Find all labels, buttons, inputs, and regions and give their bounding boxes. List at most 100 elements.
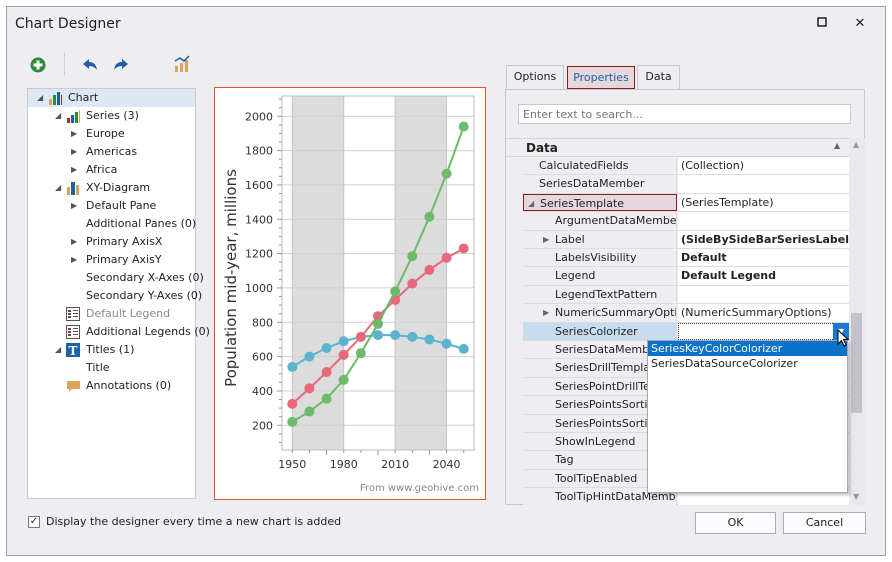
property-name: LegendTextPattern	[523, 285, 677, 304]
collapsed-arrow-icon[interactable]: ▶	[71, 161, 77, 179]
property-row[interactable]: ArgumentDataMember	[523, 212, 849, 231]
property-value[interactable]	[678, 175, 849, 193]
property-value[interactable]: Default	[678, 249, 849, 267]
tree-item[interactable]: Additional Panes (0)	[28, 215, 196, 233]
add-button[interactable]	[30, 57, 46, 76]
tree-item[interactable]: ▶ Primary AxisX	[28, 233, 195, 251]
expanded-arrow-icon[interactable]: ◢	[528, 195, 534, 210]
expanded-arrow-icon[interactable]: ◢	[55, 179, 61, 197]
tree-item[interactable]: ▶ Default Pane	[28, 197, 195, 215]
tree-item[interactable]: ▶ Americas	[28, 143, 195, 161]
tree-item[interactable]: ▶ Africa	[28, 161, 195, 179]
chart-designer-window: Chart Designer ✕ ◢ Chart ◢ Series (3) ▶ Europ…	[6, 6, 886, 556]
collapsed-arrow-icon[interactable]: ▶	[71, 143, 77, 161]
property-row[interactable]: CalculatedFields (Collection)	[523, 157, 849, 176]
expanded-arrow-icon[interactable]: ◢	[37, 89, 43, 107]
chart-element-tree[interactable]: ◢ Chart ◢ Series (3) ▶ Europe ▶ Americas ▶ Africa…	[27, 88, 210, 499]
checkmark-icon: ✓	[29, 516, 39, 527]
property-row[interactable]: ▶ Label (SideBySideBarSeriesLabel)	[523, 230, 849, 249]
category-header[interactable]: Data ▲	[506, 139, 849, 157]
tree-item-label: Default Pane	[86, 199, 157, 212]
property-value[interactable]: (Collection)	[678, 157, 849, 175]
data-point	[287, 416, 298, 427]
redo-button[interactable]	[113, 57, 129, 76]
y-tick-label: 1400	[245, 213, 273, 226]
legend-icon	[66, 325, 80, 339]
tree-item[interactable]: ▶ Primary AxisY	[28, 251, 195, 269]
property-value[interactable]	[678, 285, 849, 304]
property-row[interactable]: ◢ SeriesTemplate (SeriesTemplate)	[523, 193, 849, 213]
expanded-arrow-icon[interactable]: ◢	[55, 341, 61, 359]
tree-item[interactable]: Secondary X-Axes (0)	[28, 269, 204, 287]
maximize-icon[interactable]	[811, 13, 833, 35]
property-name-text: LabelsVisibility	[555, 251, 637, 264]
property-value[interactable]: (NumericSummaryOptions)	[678, 304, 849, 322]
property-row[interactable]: ▶ NumericSummaryOptions(NumericSummaryOpt…	[523, 304, 849, 323]
scrollbar-thumb[interactable]	[851, 313, 862, 413]
expanded-arrow-icon[interactable]: ◢	[55, 107, 61, 125]
scroll-up-icon[interactable]: ▲	[853, 140, 859, 149]
data-point	[458, 121, 469, 132]
property-row[interactable]: LabelsVisibility Default	[523, 249, 849, 268]
y-tick-label: 200	[252, 419, 273, 432]
tree-item[interactable]: ▶ Europe	[28, 125, 195, 143]
chart-wizard-button[interactable]	[173, 55, 191, 76]
tree-item[interactable]: Annotations (0)	[28, 377, 195, 395]
property-value[interactable]	[678, 212, 849, 230]
property-search-input[interactable]	[518, 104, 851, 124]
plus-circle-icon	[30, 57, 46, 73]
data-point	[424, 211, 435, 222]
tree-item[interactable]: Additional Legends (0)	[28, 323, 210, 341]
properties-panel: Data ▲ CalculatedFields (Collection) Serie…	[505, 89, 865, 505]
property-row[interactable]: LegendTextPattern	[523, 285, 849, 305]
tab-options[interactable]: Options	[506, 65, 564, 89]
property-value[interactable]	[678, 322, 849, 340]
tree-item[interactable]: Default Legend	[28, 305, 195, 323]
property-value[interactable]: (SideBySideBarSeriesLabel)	[678, 230, 849, 248]
collapsed-arrow-icon[interactable]: ▶	[71, 251, 77, 269]
colorizer-dropdown-list[interactable]: SeriesKeyColorColorizer SeriesDataSourceC…	[647, 340, 848, 493]
tree-item-label: Chart	[68, 91, 99, 104]
annotation-icon	[67, 381, 80, 392]
show-designer-checkbox[interactable]: ✓	[28, 516, 40, 528]
property-row[interactable]: SeriesDataMember	[523, 175, 849, 194]
tree-item[interactable]: ◢ Series (3)	[28, 107, 195, 125]
property-name: ▶ Label	[523, 230, 677, 248]
property-name-text: NumericSummaryOptions	[555, 306, 677, 320]
scroll-down-icon[interactable]: ▼	[853, 492, 859, 501]
dropdown-option[interactable]: SeriesKeyColorColorizer	[648, 341, 847, 356]
property-value[interactable]: (SeriesTemplate)	[678, 193, 849, 212]
property-row[interactable]: Legend Default Legend	[523, 267, 849, 286]
tab-data[interactable]: Data	[637, 65, 680, 89]
tree-item[interactable]: ◢ Chart	[28, 89, 195, 107]
data-point	[355, 348, 366, 359]
undo-button[interactable]	[82, 57, 98, 76]
tab-properties[interactable]: Properties	[567, 66, 635, 89]
property-row[interactable]: SeriesColorizer ▼	[523, 322, 849, 341]
property-name: SeriesDataMember	[523, 175, 677, 193]
tree-item[interactable]: Secondary Y-Axes (0)	[28, 287, 202, 305]
property-name-text: Legend	[555, 269, 596, 283]
tree-item-label: Titles (1)	[86, 343, 135, 356]
tree-item[interactable]: Title	[28, 359, 195, 377]
property-value[interactable]: Default Legend	[678, 267, 849, 285]
collapsed-arrow-icon[interactable]: ▶	[71, 197, 77, 215]
collapsed-arrow-icon[interactable]: ▶	[71, 233, 77, 251]
tree-item-label: Europe	[86, 127, 125, 140]
dropdown-option[interactable]: SeriesDataSourceColorizer	[648, 356, 847, 371]
x-tick-label: 1980	[330, 458, 358, 471]
chart-icon	[49, 92, 62, 105]
close-icon[interactable]: ✕	[849, 13, 871, 35]
ok-button[interactable]: OK	[695, 512, 776, 534]
collapsed-arrow-icon[interactable]: ▶	[543, 231, 549, 248]
window-title: Chart Designer	[15, 16, 121, 32]
cancel-button[interactable]: Cancel	[783, 512, 866, 534]
collapsed-arrow-icon[interactable]: ▶	[543, 304, 549, 321]
property-grid-scrollbar[interactable]: ▲ ▼	[849, 138, 865, 505]
property-name-text: SeriesDataMember	[539, 177, 645, 191]
tree-item[interactable]: ◢ T Titles (1)	[28, 341, 195, 359]
collapse-arrow-icon[interactable]: ▲	[834, 141, 840, 150]
tree-item[interactable]: ◢ XY-Diagram	[28, 179, 195, 197]
property-name-text: LegendTextPattern	[555, 287, 658, 301]
collapsed-arrow-icon[interactable]: ▶	[71, 125, 77, 143]
